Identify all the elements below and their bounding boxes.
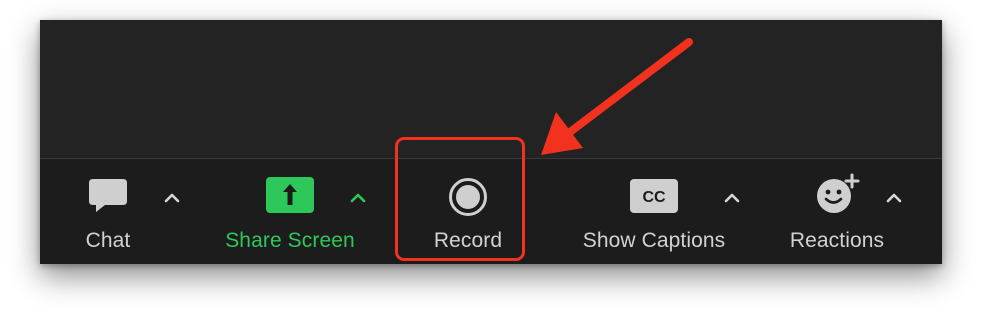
share-screen-icon — [266, 177, 314, 218]
share-screen-label: Share Screen — [225, 229, 355, 252]
chevron-up-icon — [164, 193, 180, 203]
reactions-label: Reactions — [789, 229, 885, 252]
reactions-options-caret[interactable] — [883, 187, 905, 209]
svg-text:CC: CC — [642, 189, 666, 206]
reactions-button[interactable]: Reactions — [776, 159, 898, 264]
chevron-up-icon — [724, 193, 740, 203]
chat-button[interactable]: Chat — [70, 159, 146, 264]
cc-icon: CC — [630, 179, 678, 218]
show-captions-label: Show Captions — [582, 229, 726, 252]
reactions-icon — [814, 173, 860, 220]
chat-options-caret[interactable] — [161, 187, 183, 209]
record-highlight-box — [395, 137, 525, 261]
chevron-up-icon — [350, 193, 366, 203]
chevron-up-icon — [886, 193, 902, 203]
page: Chat Share Screen Record CC Show Caption… — [0, 0, 984, 324]
chat-label: Chat — [85, 229, 131, 252]
show-captions-button[interactable]: CC Show Captions — [565, 159, 743, 264]
share-screen-button[interactable]: Share Screen — [210, 159, 370, 264]
share-screen-options-caret[interactable] — [347, 187, 369, 209]
captions-options-caret[interactable] — [721, 187, 743, 209]
chat-bubble-icon — [87, 177, 129, 220]
